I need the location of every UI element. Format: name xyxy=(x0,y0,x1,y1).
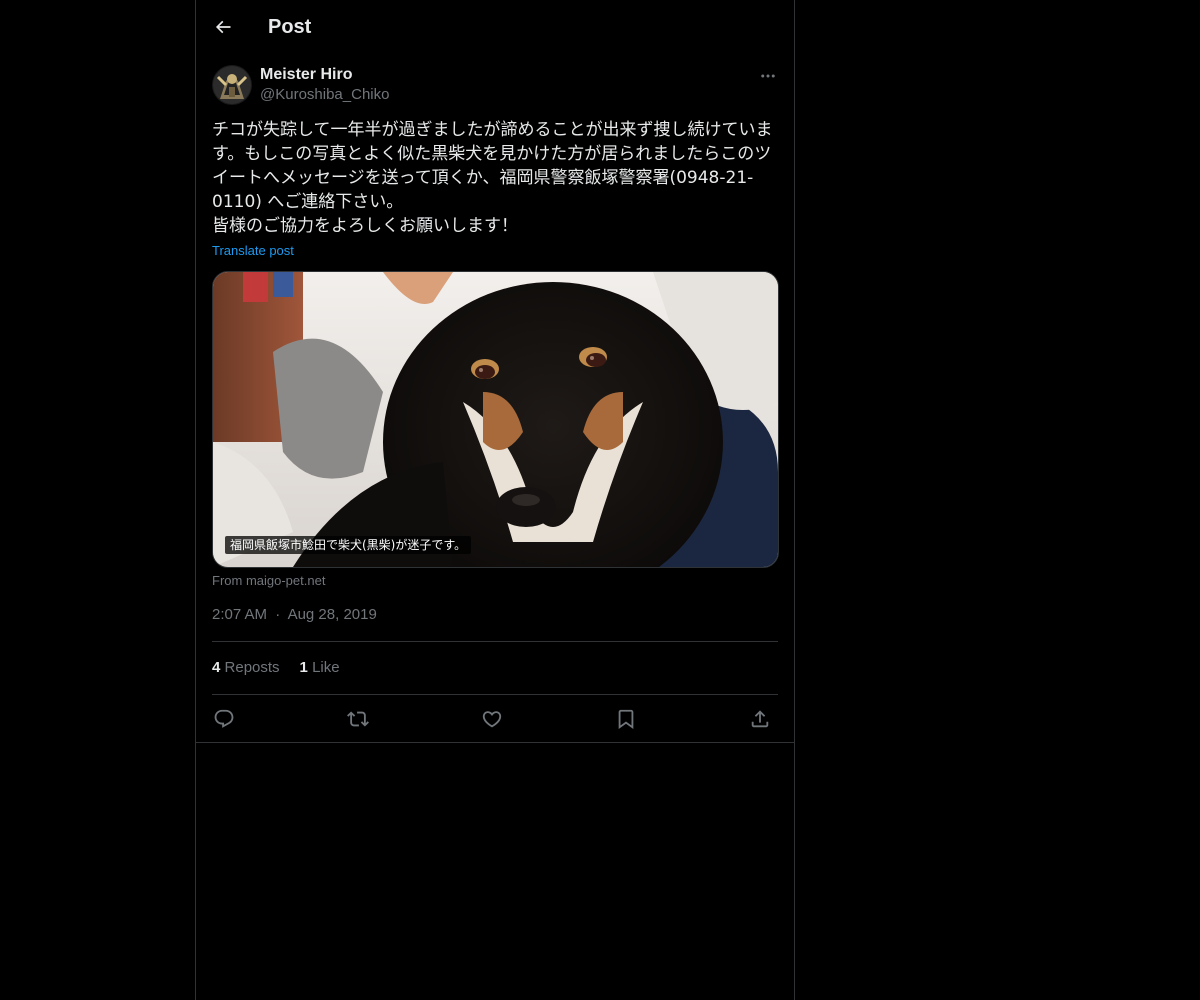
repost-button[interactable] xyxy=(346,707,370,731)
media-caption: 福岡県飯塚市鯰田で柴犬(黒柴)が迷子です。 xyxy=(225,536,472,554)
author-name[interactable]: Meister Hiro xyxy=(260,65,352,85)
post-media-image[interactable]: 福岡県飯塚市鯰田で柴犬(黒柴)が迷子です。 xyxy=(212,271,779,568)
page-title: Post xyxy=(268,16,312,38)
timestamp-separator: · xyxy=(275,606,281,623)
post-time[interactable]: 2:07 AM xyxy=(212,606,267,623)
media-source-link[interactable]: From maigo-pet.net xyxy=(212,572,325,590)
avatar[interactable] xyxy=(212,65,252,105)
post-stats: 4 Reposts 1 Like xyxy=(212,658,340,678)
repost-icon xyxy=(347,711,369,727)
post-date[interactable]: Aug 28, 2019 xyxy=(288,606,377,623)
back-button[interactable] xyxy=(210,14,236,40)
post-text: チコが失踪して一年半が過ぎましたが諦めることが出来ず捜し続けています。もしこの写… xyxy=(212,120,773,236)
share-icon xyxy=(751,710,769,728)
share-button[interactable] xyxy=(748,707,772,731)
dog-photo xyxy=(213,272,778,567)
bookmark-icon xyxy=(618,709,634,730)
main-column: Post Meister Hiro @Kuroshiba_Chiko チコが失踪… xyxy=(195,0,795,1000)
more-dots-icon xyxy=(761,74,775,78)
divider xyxy=(196,742,794,743)
like-icon xyxy=(482,711,502,728)
post-actions xyxy=(212,707,778,731)
like-button[interactable] xyxy=(480,707,504,731)
author-handle[interactable]: @Kuroshiba_Chiko xyxy=(260,85,389,105)
arrow-left-icon xyxy=(215,20,231,34)
translate-post-link[interactable]: Translate post xyxy=(212,242,294,260)
more-options-button[interactable] xyxy=(758,66,778,86)
reposts-label: Reposts xyxy=(224,659,280,676)
bookmark-button[interactable] xyxy=(614,707,638,731)
reply-button[interactable] xyxy=(212,707,236,731)
reply-icon xyxy=(214,709,234,728)
divider xyxy=(212,641,778,642)
likes-label: Like xyxy=(312,659,340,676)
page-header: Post xyxy=(196,0,794,53)
reposts-stat[interactable]: 4 Reposts xyxy=(212,658,280,678)
likes-count: 1 xyxy=(299,659,308,676)
post-timestamp: 2:07 AM · Aug 28, 2019 xyxy=(212,605,377,625)
reposts-count: 4 xyxy=(212,659,221,676)
likes-stat[interactable]: 1 Like xyxy=(300,658,340,678)
divider xyxy=(212,694,778,695)
